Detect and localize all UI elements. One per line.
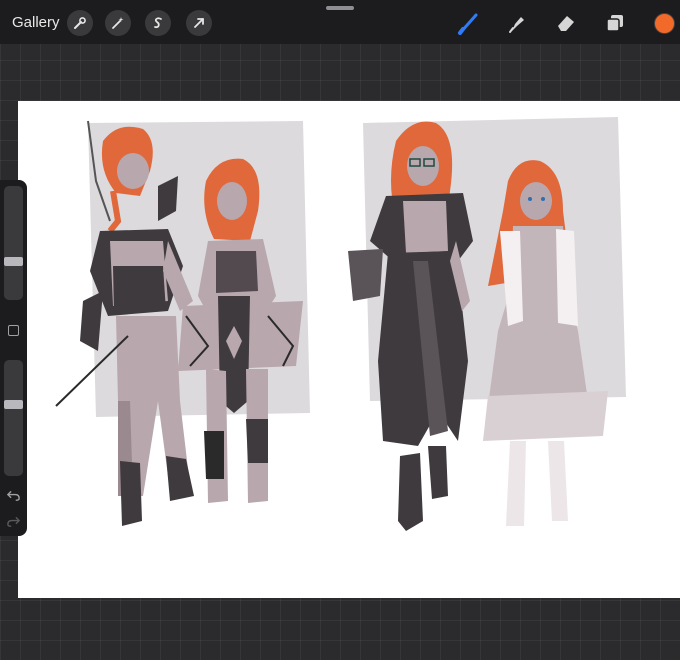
gallery-button[interactable]: Gallery [12, 14, 60, 31]
top-toolbar: Gallery [0, 0, 680, 44]
selection-button[interactable] [145, 10, 171, 36]
layers-icon [606, 15, 623, 32]
smudge-icon [509, 17, 524, 33]
eraser-icon [558, 16, 574, 31]
modify-square-icon[interactable] [8, 325, 19, 336]
opacity-thumb[interactable] [4, 400, 23, 409]
transform-button[interactable] [186, 10, 212, 36]
brush-tool-button[interactable] [455, 9, 483, 37]
drawing-canvas[interactable] [18, 101, 680, 598]
brush-icon [458, 13, 478, 35]
brush-size-slider[interactable] [4, 186, 23, 300]
transform-arrow-icon [194, 18, 204, 28]
opacity-slider[interactable] [4, 360, 23, 476]
adjustments-button[interactable] [105, 10, 131, 36]
magic-wand-icon [112, 17, 124, 29]
wrench-icon [74, 17, 86, 29]
brush-size-thumb[interactable] [4, 257, 23, 266]
eraser-tool-button[interactable] [552, 9, 580, 37]
redo-icon[interactable] [6, 514, 21, 529]
selection-s-icon [154, 17, 162, 29]
character-sketches-artwork [55, 117, 626, 531]
toolbar-grabber[interactable] [326, 6, 354, 10]
left-sidebar [0, 180, 27, 536]
smudge-tool-button[interactable] [503, 9, 531, 37]
layers-button[interactable] [601, 9, 629, 37]
color-picker-button[interactable] [654, 13, 675, 34]
undo-icon[interactable] [6, 488, 21, 503]
actions-button[interactable] [67, 10, 93, 36]
